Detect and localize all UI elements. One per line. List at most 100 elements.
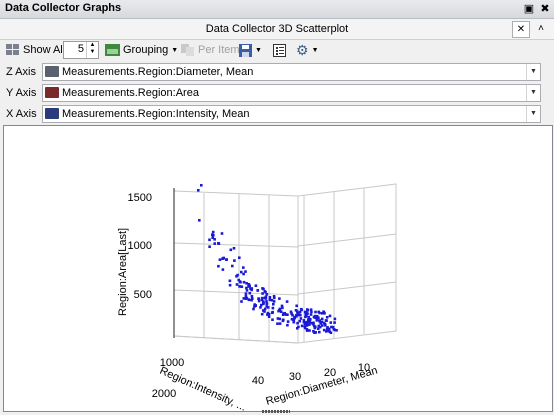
data-point: [313, 316, 317, 319]
data-point: [254, 304, 257, 307]
chart-box: [173, 183, 397, 344]
save-dropdown-icon: ▼: [255, 46, 262, 54]
close-graph-button[interactable]: ✕: [512, 21, 530, 38]
data-point: [263, 307, 267, 311]
per-item-label: Per Item: [198, 44, 240, 56]
measurement-icon: [45, 108, 59, 119]
data-point: [257, 297, 261, 300]
show-all-button[interactable]: Show All: [6, 42, 65, 58]
grouping-button[interactable]: Grouping ▼: [105, 42, 178, 58]
data-point: [238, 256, 241, 259]
per-item-icon: [181, 44, 194, 56]
data-point: [307, 315, 311, 319]
data-point: [232, 247, 236, 250]
scatterplot-area[interactable]: 500 1000 1500 40 30 20 10 1000 2000 Region:Area[…: [3, 125, 553, 414]
data-point: [242, 297, 246, 300]
data-point: [208, 245, 211, 248]
data-point: [250, 294, 254, 298]
chevron-down-icon[interactable]: ▼: [526, 85, 540, 101]
settings-dropdown-icon: ▼: [311, 46, 319, 54]
data-point: [252, 307, 255, 311]
data-point: [242, 272, 245, 276]
count-value: 5: [77, 43, 84, 55]
data-point: [314, 310, 317, 314]
data-point: [271, 318, 274, 321]
legend-button[interactable]: [273, 42, 286, 58]
data-point: [286, 320, 290, 323]
data-point: [222, 256, 225, 260]
y-axis-row: Y Axis Measurements.Region:Area ▼: [0, 83, 554, 103]
data-point: [300, 324, 304, 328]
data-point: [327, 329, 330, 332]
data-point: [286, 313, 289, 316]
y-axis-label: Y Axis: [6, 87, 37, 99]
data-point: [332, 328, 336, 331]
data-point: [296, 327, 299, 330]
data-point: [306, 308, 309, 311]
scatter-3d-chart[interactable]: 5001000150040 30 20 1010002000 Region:Area[…: [4, 126, 552, 414]
z-axis-select[interactable]: Measurements.Region:Diameter, Mean ▼: [42, 63, 541, 81]
y-axis-select[interactable]: Measurements.Region:Area ▼: [42, 84, 541, 102]
measurement-icon: [45, 66, 59, 77]
data-point: [212, 234, 215, 237]
data-point: [213, 238, 216, 241]
collapse-up-icon[interactable]: ˄: [533, 21, 549, 36]
data-point: [278, 322, 282, 325]
data-point: [268, 298, 272, 302]
data-point: [318, 330, 321, 334]
data-point: [315, 318, 319, 322]
data-point: [270, 311, 274, 315]
data-point: [304, 315, 307, 319]
count-stepper[interactable]: 5 ▲ ▼: [63, 41, 99, 59]
window-titlebar: Data Collector Graphs ▣ ✖: [0, 0, 554, 19]
data-point: [260, 298, 264, 302]
data-point: [197, 189, 200, 192]
data-point: [220, 232, 224, 235]
data-point: [308, 329, 311, 332]
data-point: [233, 259, 236, 262]
chevron-down-icon[interactable]: ▼: [526, 106, 540, 122]
data-point: [276, 317, 280, 320]
z-axis-value: Measurements.Region:Diameter, Mean: [62, 66, 254, 78]
data-point: [254, 284, 258, 287]
data-point: [263, 310, 266, 313]
z-axis-row: Z Axis Measurements.Region:Diameter, Mea…: [0, 62, 554, 82]
diameter-axis-title: Region:Diameter, Mean: [265, 364, 379, 407]
data-point: [217, 264, 220, 268]
settings-button[interactable]: ⚙ ▼: [296, 42, 319, 58]
data-point: [260, 312, 264, 316]
chevron-down-icon[interactable]: ▼: [526, 64, 540, 80]
intensity-tick-label: 2000: [152, 388, 176, 400]
data-point: [248, 291, 252, 295]
show-all-icon: [6, 44, 19, 55]
close-window-icon[interactable]: ✖: [538, 2, 552, 16]
save-button[interactable]: ▼: [239, 42, 262, 58]
data-point: [261, 287, 264, 290]
graph-title: Data Collector 3D Scatterplot: [205, 23, 349, 35]
data-point: [240, 270, 243, 274]
data-point: [229, 248, 233, 252]
data-point: [251, 297, 254, 300]
data-point: [218, 258, 222, 261]
x-axis-select[interactable]: Measurements.Region:Intensity, Mean ▼: [42, 105, 541, 123]
data-point: [299, 307, 303, 311]
resize-grip[interactable]: [262, 410, 290, 413]
data-point: [294, 309, 298, 312]
data-point: [245, 289, 249, 292]
data-point: [238, 280, 242, 283]
vertical-tick-label: 1500: [128, 192, 152, 204]
data-point: [325, 319, 328, 322]
restore-icon[interactable]: ▣: [522, 2, 536, 16]
data-point: [289, 310, 293, 314]
data-point: [278, 297, 281, 300]
diameter-tick-label: 30: [289, 371, 301, 383]
y-axis-value: Measurements.Region:Area: [62, 87, 199, 99]
data-point: [313, 331, 316, 334]
data-point: [280, 304, 284, 308]
data-point: [285, 300, 289, 303]
stepper-arrows-icon[interactable]: ▲ ▼: [86, 42, 98, 58]
data-point: [272, 295, 276, 298]
per-item-button[interactable]: Per Item: [181, 42, 240, 58]
data-point: [325, 316, 329, 319]
data-point: [297, 313, 300, 317]
